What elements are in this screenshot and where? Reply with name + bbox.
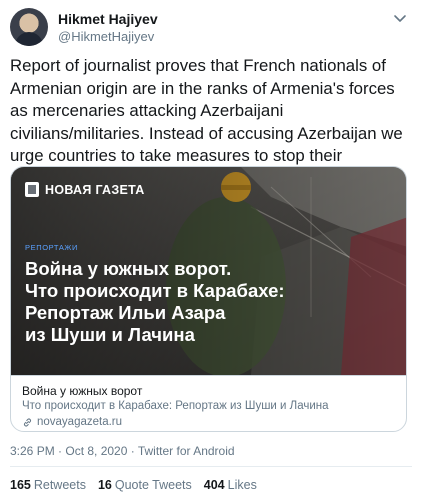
likes-stat[interactable]: 404 Likes bbox=[204, 478, 257, 492]
card-headline: Война у южных ворот. Что происходит в Ка… bbox=[25, 258, 355, 346]
tweet-timestamp[interactable]: 3:26 PM · Oct 8, 2020 · Twitter for Andr… bbox=[10, 444, 235, 458]
retweets-label: Retweets bbox=[33, 478, 86, 492]
card-description: Что происходит в Карабахе: Репортаж из Ш… bbox=[22, 400, 329, 412]
brand-logo-icon bbox=[25, 182, 39, 197]
card-meta[interactable]: Война у южных ворот Что происходит в Кар… bbox=[11, 375, 406, 431]
quotes-label: Quote Tweets bbox=[114, 478, 192, 492]
card-image[interactable]: НОВАЯ ГАЗЕТА РЕПОРТАЖИ Война у южных вор… bbox=[11, 167, 406, 375]
author-name[interactable]: Hikmet Hajiyev bbox=[58, 11, 158, 27]
retweets-stat[interactable]: 165 Retweets bbox=[10, 478, 86, 492]
retweets-count: 165 bbox=[10, 478, 31, 492]
chevron-down-icon[interactable] bbox=[390, 8, 410, 28]
headline-line: из Шуши и Лачина bbox=[25, 324, 195, 345]
headline-line: Война у южных ворот. bbox=[25, 258, 232, 279]
brand-name: НОВАЯ ГАЗЕТА bbox=[45, 182, 145, 197]
card-domain-text: novayagazeta.ru bbox=[37, 416, 123, 428]
link-icon bbox=[23, 418, 32, 426]
tweet-header: Hikmet Hajiyev @HikmetHajiyev bbox=[10, 8, 412, 48]
card-title: Война у южных ворот bbox=[22, 384, 143, 398]
headline-line: Репортаж Ильи Азара bbox=[25, 302, 226, 323]
tweet-stats: 165 Retweets 16 Quote Tweets 404 Likes bbox=[10, 478, 257, 492]
headline-line: Что происходит в Карабахе: bbox=[25, 280, 285, 301]
author-handle[interactable]: @HikmetHajiyev bbox=[58, 29, 154, 44]
quotes-stat[interactable]: 16 Quote Tweets bbox=[98, 478, 192, 492]
card-domain: novayagazeta.ru bbox=[22, 416, 122, 428]
avatar[interactable] bbox=[10, 8, 48, 46]
quotes-count: 16 bbox=[97, 478, 112, 492]
tweet[interactable]: Hikmet Hajiyev @HikmetHajiyev Report of … bbox=[0, 0, 422, 500]
divider bbox=[10, 466, 412, 467]
likes-label: Likes bbox=[227, 478, 257, 492]
brand-logo: НОВАЯ ГАЗЕТА bbox=[25, 182, 145, 197]
section-label: РЕПОРТАЖИ bbox=[25, 243, 78, 252]
link-card[interactable]: НОВАЯ ГАЗЕТА РЕПОРТАЖИ Война у южных вор… bbox=[10, 166, 407, 432]
likes-count: 404 bbox=[203, 478, 225, 492]
